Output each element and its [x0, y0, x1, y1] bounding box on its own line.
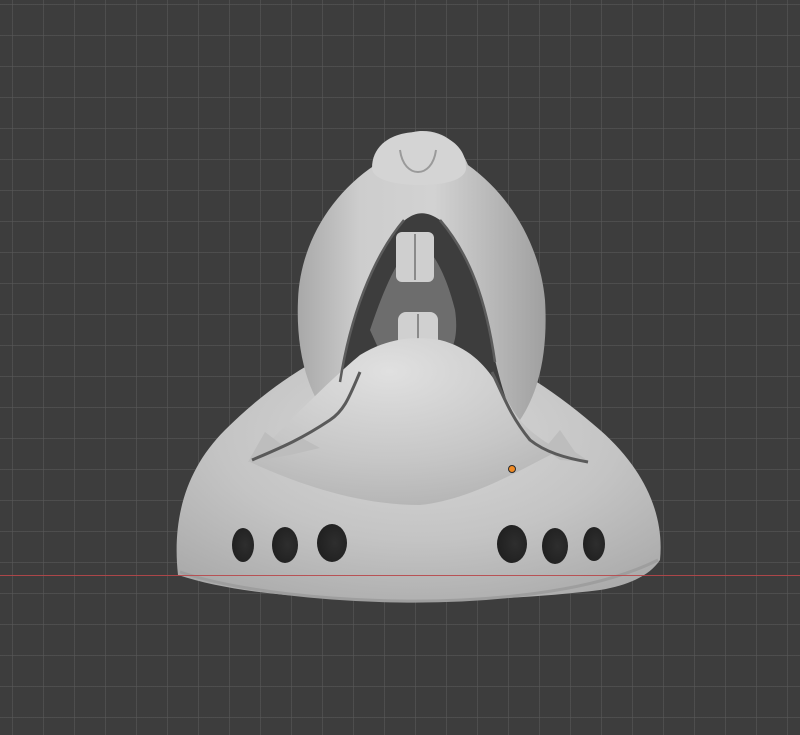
vent-holes-right: [497, 525, 605, 564]
mask-mesh[interactable]: [0, 0, 800, 735]
mask-tip: [372, 132, 466, 185]
object-origin-icon[interactable]: [508, 465, 516, 473]
3d-viewport[interactable]: [0, 0, 800, 735]
x-axis-line: [0, 575, 800, 576]
